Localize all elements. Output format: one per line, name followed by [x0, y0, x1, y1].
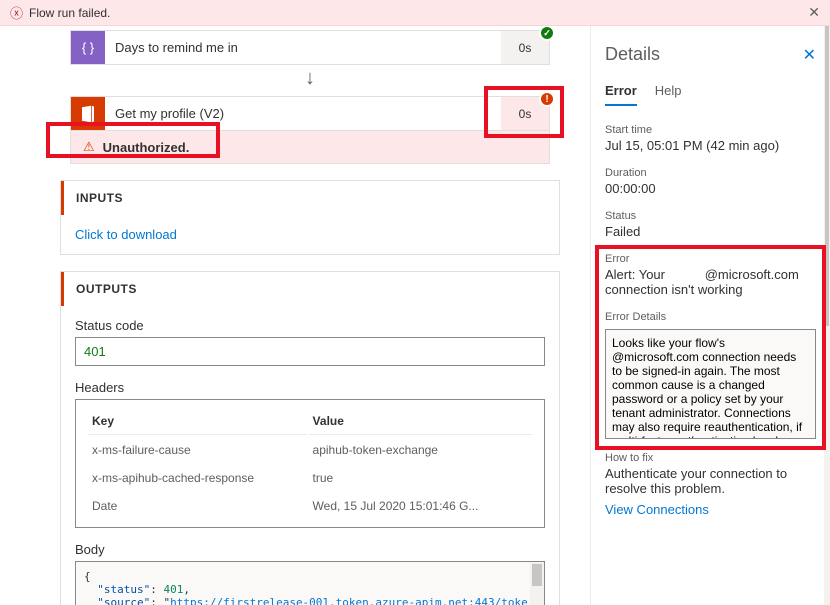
outputs-section: OUTPUTS Status code Headers Key Value x-… — [60, 271, 560, 605]
warning-icon: ⚠ — [83, 139, 95, 155]
error-details-label: Error Details — [605, 311, 816, 323]
alert-banner: ⓧ Flow run failed. ✕ — [0, 0, 830, 26]
status-code-field[interactable] — [75, 337, 545, 366]
how-to-fix-text: Authenticate your connection to resolve … — [605, 466, 816, 496]
tab-error[interactable]: Error — [605, 83, 637, 106]
alert-message: Flow run failed. — [29, 6, 808, 20]
section-header: OUTPUTS — [61, 272, 559, 306]
body-label: Body — [75, 542, 545, 557]
error-label: Error — [605, 253, 816, 265]
body-json[interactable]: { "status": 401, "source": "https://firs… — [75, 561, 545, 605]
flow-arrow-icon: ↓ — [60, 65, 560, 96]
braces-icon: { } — [71, 31, 105, 64]
details-title: Details — [605, 44, 660, 65]
duration-value: 00:00:00 — [605, 181, 816, 196]
details-tabs: Error Help — [605, 83, 816, 106]
step-title: Get my profile (V2) — [105, 97, 501, 130]
inputs-section: INPUTS Click to download — [60, 180, 560, 255]
how-to-fix-label: How to fix — [605, 452, 816, 464]
headers-table: Key Value x-ms-failure-causeapihub-token… — [86, 406, 534, 521]
table-row: x-ms-failure-causeapihub-token-exchange — [88, 437, 532, 463]
unauthorized-text: Unauthorized. — [103, 140, 190, 155]
page-scrollbar[interactable] — [824, 26, 830, 605]
flow-step-profile[interactable]: Get my profile (V2) 0s — [70, 96, 550, 131]
status-value: Failed — [605, 224, 816, 239]
unauthorized-row: ⚠ Unauthorized. — [70, 131, 550, 164]
start-time-value: Jul 15, 05:01 PM (42 min ago) — [605, 138, 816, 153]
close-icon[interactable]: ✕ — [808, 4, 820, 21]
headers-label: Headers — [75, 380, 545, 395]
details-panel: Details ✕ Error Help Start time Jul 15, … — [590, 26, 830, 605]
start-time-label: Start time — [605, 124, 816, 136]
step-title: Days to remind me in — [105, 31, 501, 64]
error-value: Alert: Your @microsoft.com connection is… — [605, 267, 816, 297]
section-header: INPUTS — [61, 181, 559, 215]
close-icon[interactable]: ✕ — [803, 45, 816, 65]
error-badge-icon — [539, 91, 555, 107]
duration-label: Duration — [605, 167, 816, 179]
error-icon: ⓧ — [10, 3, 23, 22]
col-value: Value — [309, 408, 532, 435]
flow-step-days[interactable]: { } Days to remind me in 0s — [70, 30, 550, 65]
col-key: Key — [88, 408, 307, 435]
view-connections-link[interactable]: View Connections — [605, 502, 709, 517]
success-badge-icon — [539, 26, 555, 41]
error-details-text[interactable]: Looks like your flow's @microsoft.com co… — [605, 329, 816, 439]
scrollbar-vertical[interactable] — [530, 562, 544, 605]
flow-canvas: { } Days to remind me in 0s ↓ Get my pro… — [0, 26, 590, 605]
table-row: DateWed, 15 Jul 2020 15:01:46 G... — [88, 493, 532, 519]
office-icon — [71, 97, 105, 130]
status-label: Status — [605, 210, 816, 222]
status-code-label: Status code — [75, 318, 545, 333]
download-link[interactable]: Click to download — [75, 227, 177, 242]
table-row: x-ms-apihub-cached-responsetrue — [88, 465, 532, 491]
tab-help[interactable]: Help — [655, 83, 682, 106]
